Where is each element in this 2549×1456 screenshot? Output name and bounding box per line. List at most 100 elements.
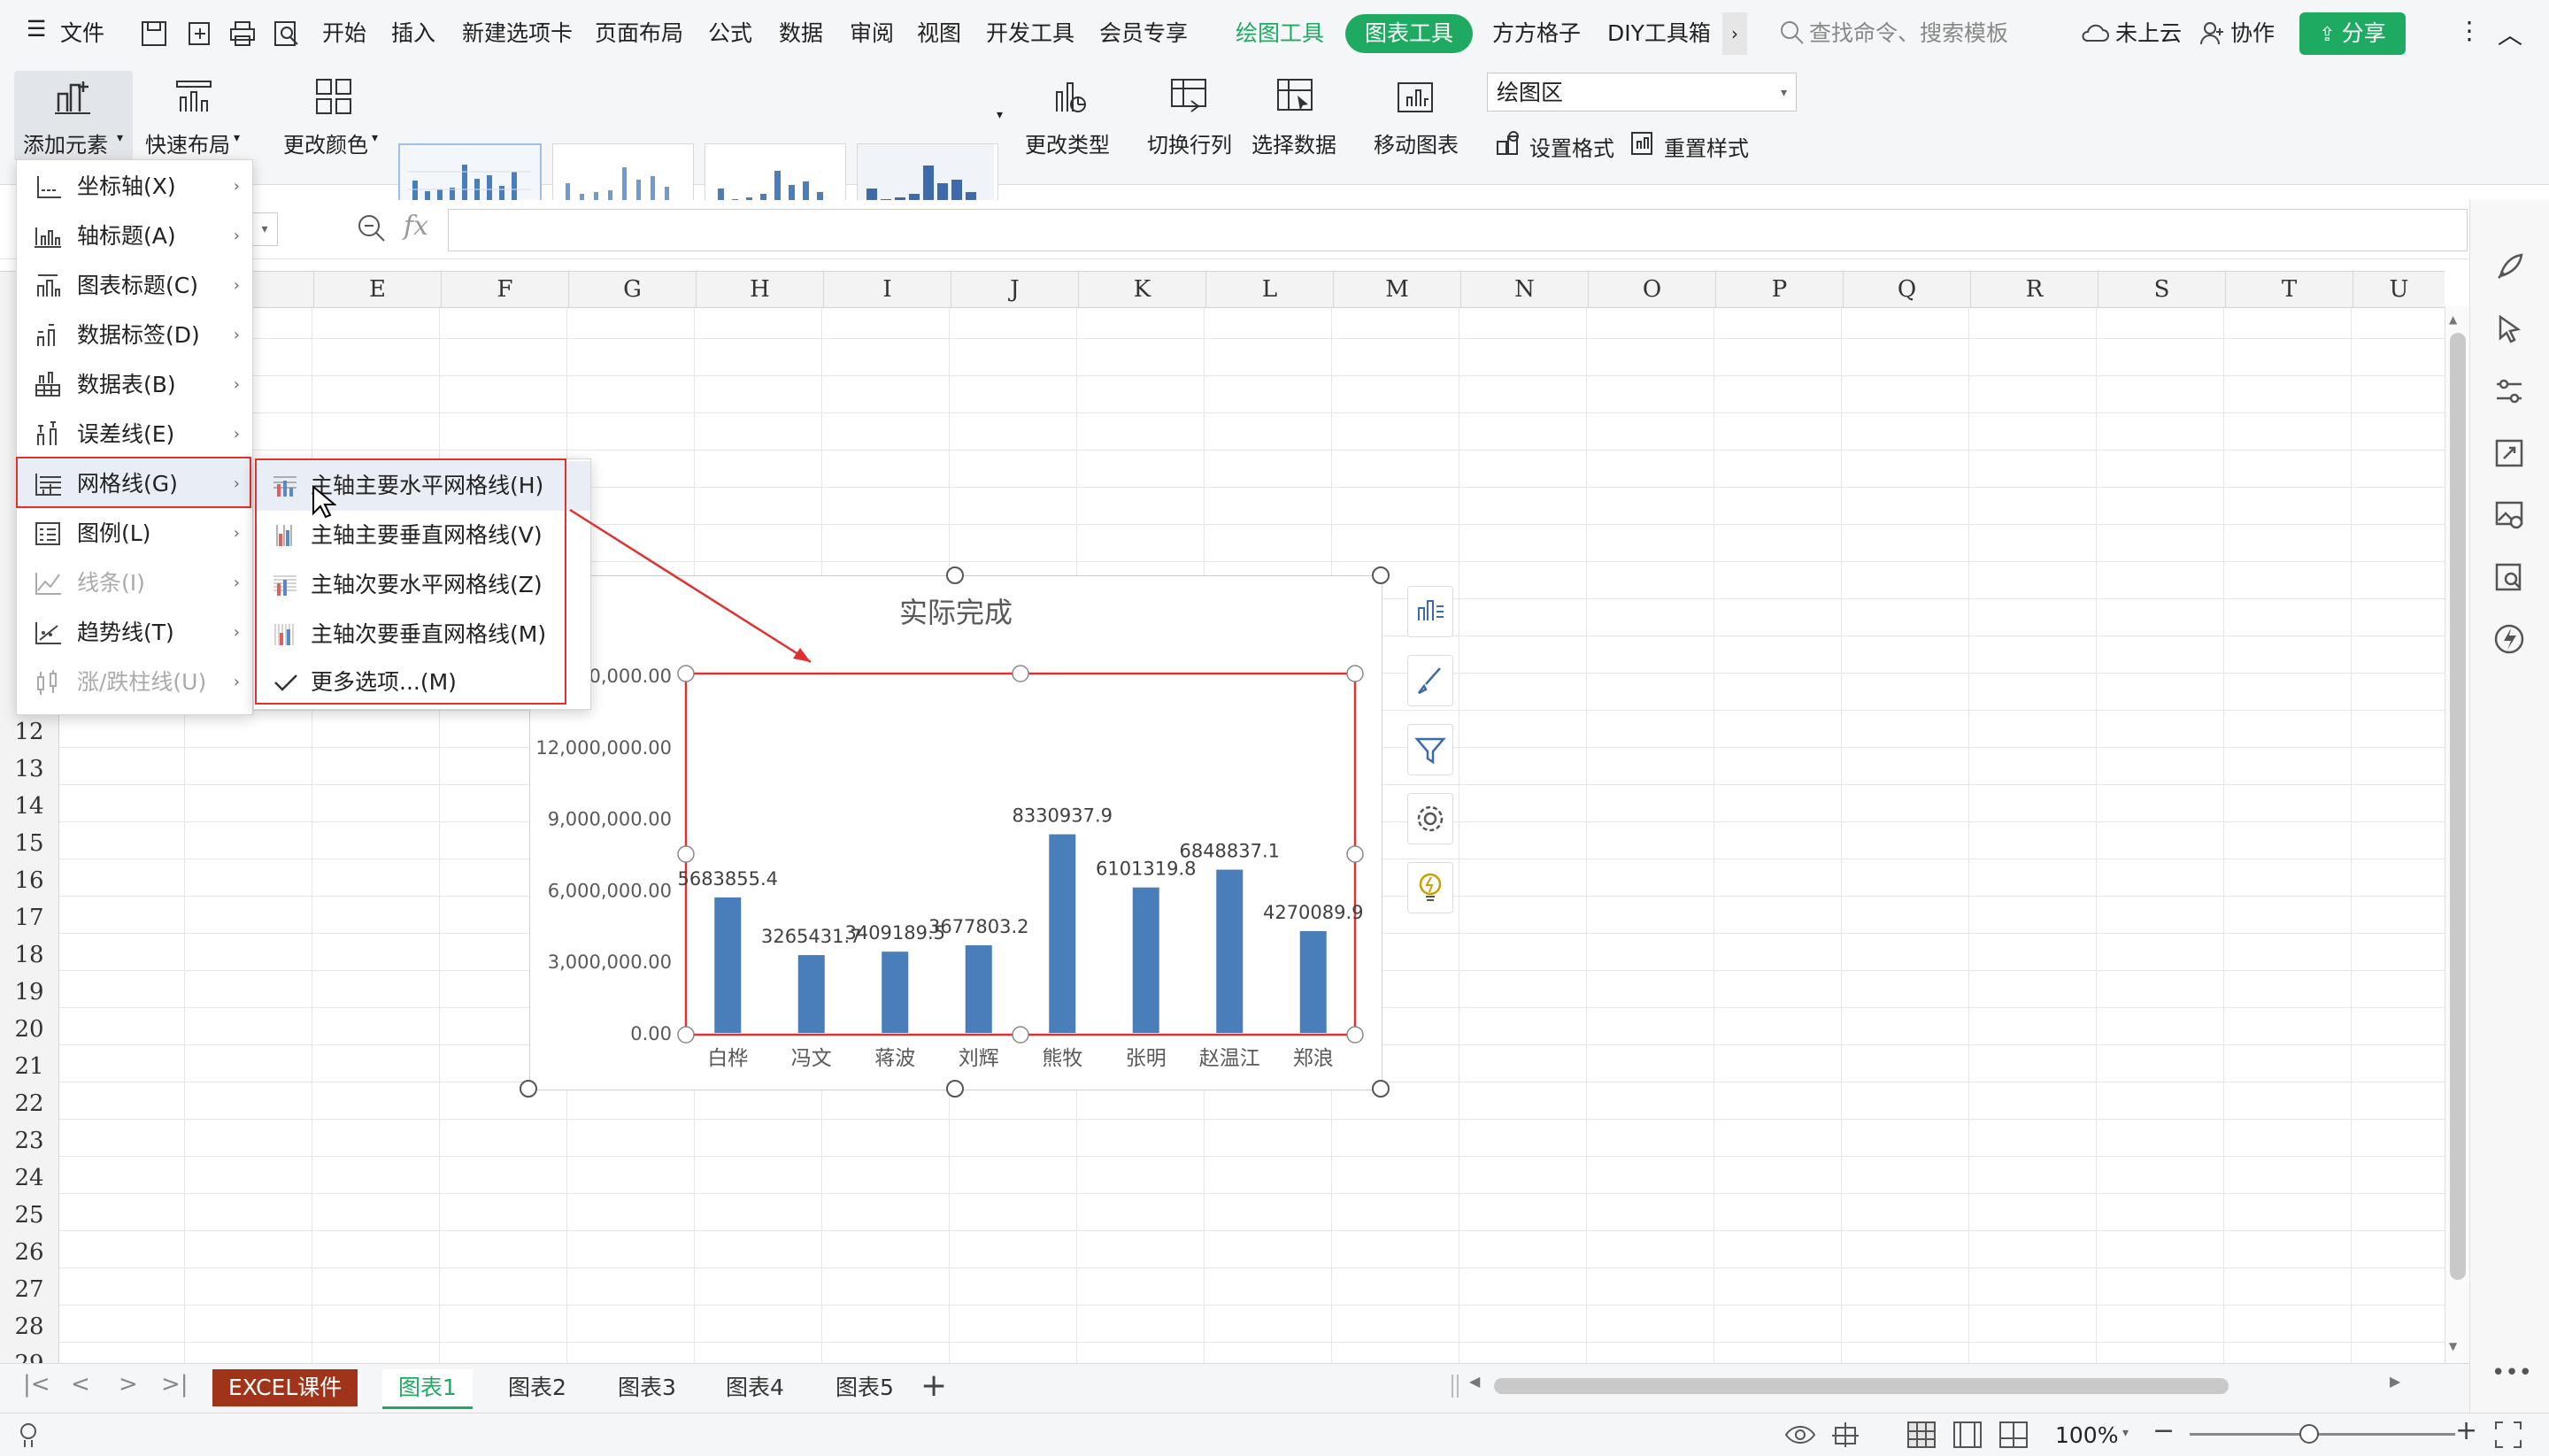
fx-icon[interactable]: fx: [404, 211, 428, 242]
switch-row-col-label[interactable]: 切换行列: [1147, 127, 1232, 158]
column-header[interactable]: G: [568, 272, 696, 307]
column-header[interactable]: M: [1333, 272, 1460, 307]
page-layout-view-icon[interactable]: [1952, 1421, 1983, 1449]
select-data-icon[interactable]: [1274, 76, 1315, 117]
move-chart-icon[interactable]: [1395, 76, 1436, 117]
resize-handle[interactable]: [1372, 566, 1390, 584]
splitter-handle[interactable]: [1452, 1375, 1459, 1398]
row-header[interactable]: 18: [0, 936, 58, 974]
chart-smart-button[interactable]: [1407, 862, 1453, 913]
tab-chart-tools[interactable]: 图表工具: [1345, 14, 1474, 53]
tab-review[interactable]: 审阅: [850, 16, 894, 48]
row-header[interactable]: 16: [0, 862, 58, 899]
zoom-slider-handle[interactable]: [2299, 1424, 2319, 1444]
fullscreen-icon[interactable]: [2494, 1421, 2522, 1449]
tab-member[interactable]: 会员专享: [1099, 16, 1188, 48]
hamburger-icon[interactable]: ☰: [27, 16, 46, 42]
scroll-right-icon[interactable]: ▶: [2390, 1373, 2400, 1390]
sheet-tab[interactable]: 图表4: [710, 1369, 800, 1406]
normal-view-icon[interactable]: [1906, 1421, 1937, 1449]
resize-handle[interactable]: [1372, 1080, 1390, 1098]
row-header[interactable]: 14: [0, 788, 58, 825]
chart-filter-button[interactable]: [1407, 724, 1453, 775]
sliders-icon[interactable]: [2491, 374, 2527, 409]
select-data-label[interactable]: 选择数据: [1251, 127, 1336, 158]
scroll-down-icon[interactable]: ▼: [2449, 1340, 2457, 1352]
tab-new[interactable]: 新建选项卡: [462, 16, 573, 48]
tab-home[interactable]: 开始: [322, 16, 366, 48]
tab-drawing-tools[interactable]: 绘图工具: [1236, 16, 1324, 48]
last-sheet-icon[interactable]: >|: [161, 1371, 189, 1398]
move-chart-label[interactable]: 移动图表: [1374, 127, 1459, 158]
change-color-icon[interactable]: [313, 76, 354, 117]
row-header[interactable]: 23: [0, 1122, 58, 1159]
file-menu[interactable]: 文件: [60, 16, 104, 48]
column-header[interactable]: U: [2353, 272, 2445, 307]
change-type-icon[interactable]: [1048, 76, 1089, 117]
more-sidebar-icon[interactable]: •••: [2491, 1360, 2532, 1386]
resize-handle[interactable]: [946, 1080, 964, 1098]
chart-element-select[interactable]: 绘图区 ▾: [1487, 73, 1797, 112]
zoom-out-icon[interactable]: −: [2152, 1415, 2175, 1446]
collab-button[interactable]: 协作: [2230, 16, 2275, 48]
sheet-tab[interactable]: 图表1: [382, 1369, 473, 1409]
horizontal-scroll-thumb[interactable]: [1494, 1378, 2229, 1394]
save-icon[interactable]: [140, 19, 168, 48]
search-input[interactable]: 查找命令、搜索模板: [1809, 16, 2008, 48]
row-header[interactable]: 21: [0, 1048, 58, 1085]
sheet-tab[interactable]: EXCEL课件: [212, 1369, 358, 1406]
menu-item-error-bar[interactable]: 误差线(E) ›: [17, 410, 252, 459]
change-type-label[interactable]: 更改类型: [1025, 127, 1110, 158]
column-header[interactable]: R: [1970, 272, 2098, 307]
menu-item-chart-title[interactable]: 图表标题(C) ›: [17, 261, 252, 311]
vertical-scrollbar[interactable]: ▲ ▼: [2445, 306, 2470, 1367]
column-header[interactable]: K: [1078, 272, 1205, 307]
column-header[interactable]: H: [696, 272, 823, 307]
image-settings-icon[interactable]: [2491, 497, 2527, 533]
tab-data[interactable]: 数据: [779, 16, 823, 48]
name-box-dropdown-icon[interactable]: ▾: [251, 212, 278, 246]
prev-sheet-icon[interactable]: <: [71, 1371, 90, 1398]
row-header[interactable]: 26: [0, 1234, 58, 1271]
vertical-scroll-thumb[interactable]: [2450, 333, 2466, 1280]
tab-developer[interactable]: 开发工具: [986, 16, 1074, 48]
quick-layout-label[interactable]: 快速布局: [145, 127, 230, 158]
reset-style-button[interactable]: 重置样式: [1664, 131, 1749, 162]
row-header[interactable]: 25: [0, 1197, 58, 1234]
scroll-left-icon[interactable]: ◀: [1469, 1373, 1480, 1390]
macro-icon[interactable]: [16, 1421, 44, 1449]
submenu-item-h-major[interactable]: 主轴主要水平网格线(H): [254, 461, 590, 511]
sheet-tab[interactable]: 图表5: [820, 1369, 910, 1406]
export-icon[interactable]: [186, 19, 214, 48]
row-header[interactable]: 22: [0, 1085, 58, 1122]
submenu-item-more-options[interactable]: 更多选项...(M): [254, 658, 590, 707]
rocket-icon[interactable]: [2491, 250, 2527, 285]
chart-elements-button[interactable]: [1407, 586, 1453, 637]
chart-style-button[interactable]: [1407, 655, 1453, 706]
column-header[interactable]: J: [951, 272, 1078, 307]
more-styles-dropdown-icon[interactable]: ▾: [997, 108, 1003, 122]
next-sheet-icon[interactable]: >: [119, 1371, 138, 1398]
resize-handle[interactable]: [520, 1080, 537, 1098]
sheet-tab[interactable]: 图表3: [602, 1369, 692, 1406]
cloud-status[interactable]: 未上云: [2115, 16, 2182, 48]
column-header[interactable]: I: [823, 272, 951, 307]
share-button[interactable]: ⇪ 分享: [2299, 12, 2406, 55]
column-header[interactable]: O: [1588, 272, 1715, 307]
print-preview-icon[interactable]: [273, 19, 301, 48]
lightning-icon[interactable]: [2491, 621, 2527, 657]
resize-handle[interactable]: [946, 566, 964, 584]
chart-settings-button[interactable]: [1407, 793, 1453, 844]
column-header[interactable]: F: [441, 272, 568, 307]
row-header[interactable]: 28: [0, 1308, 58, 1345]
menu-item-axis[interactable]: 坐标轴(X) ›: [17, 162, 252, 212]
menu-item-data-label[interactable]: 数据标签(D) ›: [17, 311, 252, 360]
eye-icon[interactable]: [1784, 1421, 1816, 1449]
menu-item-data-table[interactable]: 数据表(B) ›: [17, 360, 252, 410]
menu-item-axis-title[interactable]: 轴标题(A) ›: [17, 212, 252, 261]
more-icon[interactable]: ⋮: [2457, 16, 2482, 45]
row-header[interactable]: 24: [0, 1159, 58, 1197]
column-header[interactable]: E: [313, 272, 441, 307]
row-header[interactable]: 27: [0, 1271, 58, 1308]
book-search-icon[interactable]: [2491, 559, 2527, 595]
